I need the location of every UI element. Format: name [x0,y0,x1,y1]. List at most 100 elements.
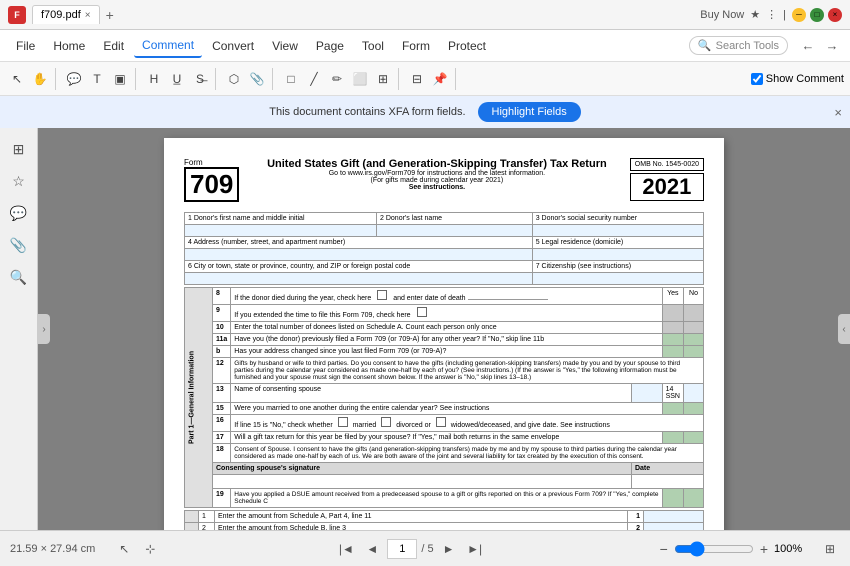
close-btn[interactable]: × [828,8,842,22]
hand-tool-btn[interactable]: ✋ [29,68,51,90]
tax-year: 2021 [630,173,704,201]
shapes-btn[interactable]: □ [280,68,302,90]
table-row [185,249,704,261]
table-row [185,225,704,237]
menu-edit[interactable]: Edit [95,35,132,57]
pencil-btn[interactable]: ✏ [326,68,348,90]
row-10-text: Enter the total number of donees listed … [231,322,662,334]
next-page-btn[interactable]: ► [438,538,460,560]
sidebar-comments-icon[interactable]: 💬 [6,200,32,226]
sidebar-bookmarks-icon[interactable]: ☆ [6,168,32,194]
separator: | [783,9,786,21]
row-13-num: 13 [213,384,231,403]
row-10-yes [662,322,683,334]
left-sidebar: ⊞ ☆ 💬 📎 🔍 [0,128,38,530]
zoom-out-btn[interactable]: − [660,541,668,557]
table-row [185,273,704,285]
toolbar-group-4: ⬡ 📎 [223,68,273,90]
text-comment-btn[interactable]: T [86,68,108,90]
menu-page[interactable]: Page [308,35,352,57]
table-row: 15 Were you married to one another durin… [185,403,704,415]
menu-home[interactable]: Home [45,35,93,57]
measure-btn[interactable]: ⊞ [372,68,394,90]
tab-close-btn[interactable]: × [85,10,91,21]
menu-comment[interactable]: Comment [134,34,202,58]
tab-filename: f709.pdf [41,9,81,21]
zoom-in-btn[interactable]: + [760,541,768,557]
row-15-num: 15 [213,403,231,415]
cursor-tool-btn[interactable]: ↖ [6,68,28,90]
star-icon: ★ [750,8,760,21]
underline-btn[interactable]: U̲ [166,68,188,90]
back-icon[interactable]: ← [798,36,818,56]
menu-convert[interactable]: Convert [204,35,262,57]
row-17-no [684,432,704,444]
attach-btn[interactable]: 📎 [246,68,268,90]
fit-page-btn[interactable]: ⊞ [820,539,840,559]
show-comment-checkbox-group: Show Comment [751,73,844,85]
line-btn[interactable]: ╱ [303,68,325,90]
minimize-btn[interactable]: ─ [792,8,806,22]
sidebar-search-icon[interactable]: 🔍 [6,264,32,290]
stamp-btn[interactable]: ⬡ [223,68,245,90]
menu-protect[interactable]: Protect [440,35,494,57]
first-page-btn[interactable]: |◄ [335,538,357,560]
xfa-close-btn[interactable]: × [834,105,842,120]
select-mode-btn[interactable]: ⊹ [139,538,161,560]
row-18-text: Consent of Spouse. I consent to have the… [231,444,704,463]
cursor-mode-btn[interactable]: ↖ [113,538,135,560]
right-expand-tab[interactable]: ‹ [838,314,850,344]
menu-form[interactable]: Form [394,35,438,57]
sub-1-text: Enter the amount from Schedule A, Part 4… [215,511,628,523]
row-17-num: 17 [213,432,231,444]
page-input[interactable] [387,539,417,559]
table-row: 11a Have you (the donor) previously file… [185,334,704,346]
add-tab-btn[interactable]: + [106,7,114,23]
table-row: 13 Name of consenting spouse 14 SSN [185,384,704,403]
buy-now-link[interactable]: Buy Now [700,9,744,21]
part1-side-label: Part 1—General Information [185,288,213,508]
forward-icon[interactable]: → [822,36,842,56]
callout-btn[interactable]: ▣ [109,68,131,90]
left-expand-tab[interactable]: › [38,314,50,344]
pin-btn[interactable]: 📌 [429,68,451,90]
field-6-label: 6 City or town, state or province, count… [185,261,533,273]
table-row: 19 Have you applied a DSUE amount receiv… [185,489,704,508]
menu-tool[interactable]: Tool [354,35,392,57]
menu-file[interactable]: File [8,35,43,57]
zoom-value: 100% [774,543,814,555]
toolbar-group-6: ⊟ 📌 [406,68,456,90]
row-18-num: 18 [213,444,231,463]
strikeout-btn[interactable]: S̶ [189,68,211,90]
highlight-btn[interactable]: H [143,68,165,90]
highlight-fields-btn[interactable]: Highlight Fields [478,102,581,122]
row-19-no [684,489,704,508]
zoom-slider[interactable] [674,541,754,557]
menu-view[interactable]: View [264,35,306,57]
sidebar-attachments-icon[interactable]: 📎 [6,232,32,258]
search-tools[interactable]: 🔍 Search Tools [689,36,788,55]
row-11b-yes [662,346,683,358]
omb-label: OMB No. 1545-0020 [630,158,704,171]
no-header: No [684,288,704,305]
table-row: 1 Enter the amount from Schedule A, Part… [185,511,704,523]
form-subtitle1: Go to www.irs.gov/Form709 for instructio… [254,170,620,177]
sticky-note-btn[interactable]: 💬 [63,68,85,90]
search-tools-label: Search Tools [716,40,779,52]
sidebar-pages-icon[interactable]: ⊞ [6,136,32,162]
pdf-container[interactable]: Form 709 United States Gift (and Generat… [38,128,850,530]
last-page-btn[interactable]: ►| [464,538,486,560]
prev-page-btn[interactable]: ◄ [361,538,383,560]
erase-btn[interactable]: ⬜ [349,68,371,90]
file-tab[interactable]: f709.pdf × [32,5,100,24]
bottom-bar: 21.59 × 27.94 cm ↖ ⊹ |◄ ◄ / 5 ► ►| − + 1… [0,530,850,566]
show-comment-checkbox[interactable] [751,73,763,85]
row-11a-text: Have you (the donor) previously filed a … [231,334,662,346]
sub-side [185,511,199,523]
table-row: 2 Enter the amount from Schedule B, line… [185,523,704,531]
area-btn[interactable]: ⊟ [406,68,428,90]
yes-header: Yes [662,288,683,305]
maximize-btn[interactable]: □ [810,8,824,22]
sub-2-text: Enter the amount from Schedule B, line 3 [215,523,628,531]
field-4-label: 4 Address (number, street, and apartment… [185,237,533,249]
